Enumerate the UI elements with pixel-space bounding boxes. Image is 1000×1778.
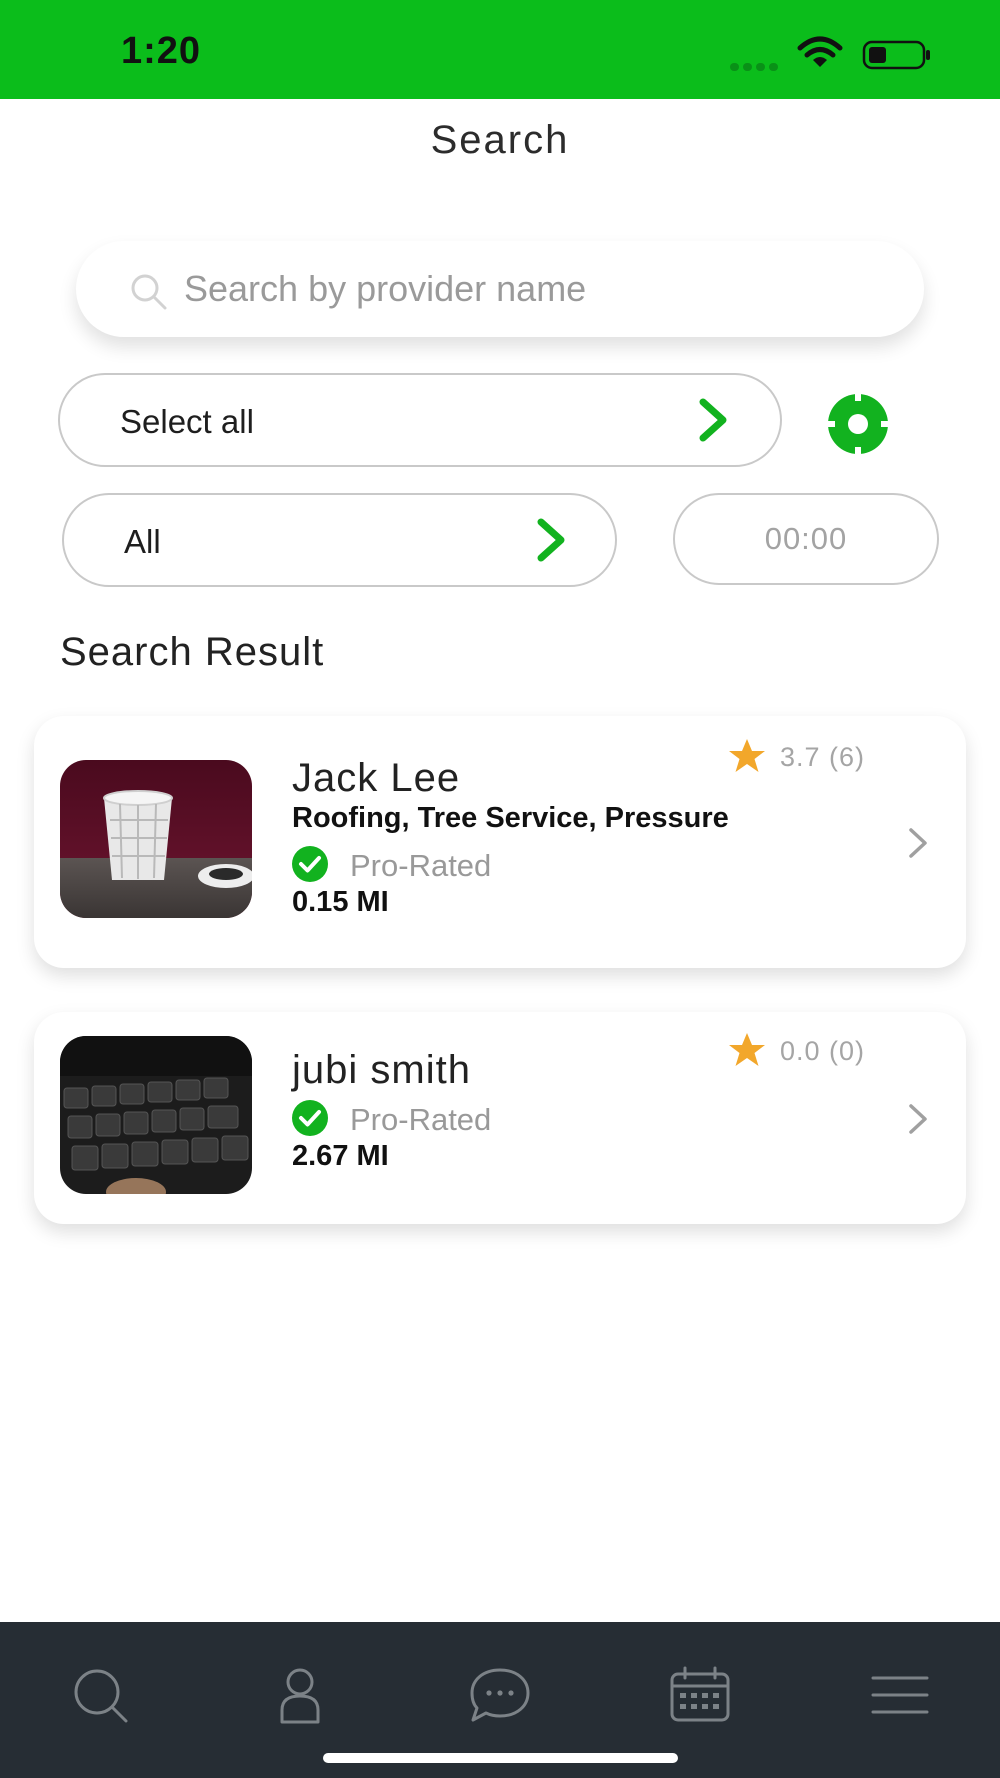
badge-label: Pro-Rated: [350, 1102, 492, 1137]
rating: 3.7 (6): [728, 738, 928, 772]
provider-services: Roofing, Tree Service, Pressure: [292, 802, 729, 834]
tab-messages[interactable]: [465, 1666, 535, 1724]
battery-icon: [862, 40, 930, 70]
time-value: 00:00: [764, 521, 848, 556]
time-picker[interactable]: 00:00: [673, 493, 939, 585]
chevron-right-icon: [537, 518, 565, 562]
provider-card[interactable]: 3.7 (6) Jack Lee Roofing, Tree Service, …: [34, 716, 966, 968]
provider-card[interactable]: 0.0 (0) jubi smith Pro-Rated 2.67 MI: [34, 1012, 966, 1224]
provider-distance: 2.67 MI: [292, 1140, 389, 1172]
provider-name: jubi smith: [292, 1048, 471, 1092]
page-title: Search: [430, 118, 570, 162]
results-heading: Search Result: [60, 630, 325, 674]
tab-profile[interactable]: [265, 1666, 335, 1724]
category-dropdown[interactable]: All: [62, 493, 617, 587]
chevron-right-icon: [699, 398, 727, 442]
search-box[interactable]: [76, 241, 924, 337]
profile-icon: [280, 1668, 320, 1724]
search-input[interactable]: [184, 259, 884, 319]
chat-icon: [470, 1668, 530, 1722]
wifi-icon: [797, 36, 843, 67]
calendar-icon: [670, 1666, 730, 1722]
home-indicator[interactable]: [323, 1753, 678, 1763]
provider-name: Jack Lee: [292, 756, 461, 800]
status-time: 1:20: [121, 30, 202, 72]
tab-calendar[interactable]: [665, 1666, 735, 1724]
search-icon: [131, 274, 167, 310]
provider-photo: [60, 760, 252, 918]
tab-search[interactable]: [66, 1666, 136, 1724]
provider-distance: 0.15 MI: [292, 886, 389, 918]
select-all-dropdown[interactable]: Select all: [58, 373, 782, 467]
menu-icon: [871, 1676, 929, 1714]
category-label: All: [124, 523, 161, 560]
tab-menu[interactable]: [865, 1666, 935, 1724]
provider-photo: [60, 1036, 252, 1194]
rating-value: 3.7 (6): [780, 742, 866, 772]
status-bar: 1:20: [0, 0, 1000, 99]
chevron-right-icon[interactable]: [906, 826, 930, 860]
star-icon: [729, 1033, 765, 1066]
badge-label: Pro-Rated: [350, 848, 492, 883]
check-circle-icon: [292, 846, 328, 882]
star-icon: [729, 739, 765, 772]
chevron-right-icon[interactable]: [906, 1102, 930, 1136]
search-icon: [74, 1669, 128, 1723]
cellular-signal-icon: [730, 58, 782, 71]
check-circle-icon: [292, 1100, 328, 1136]
select-all-label: Select all: [120, 403, 254, 440]
location-target-icon[interactable]: [826, 392, 890, 456]
rating: 0.0 (0): [728, 1032, 928, 1066]
tab-bar: [0, 1622, 1000, 1778]
rating-value: 0.0 (0): [780, 1036, 866, 1066]
